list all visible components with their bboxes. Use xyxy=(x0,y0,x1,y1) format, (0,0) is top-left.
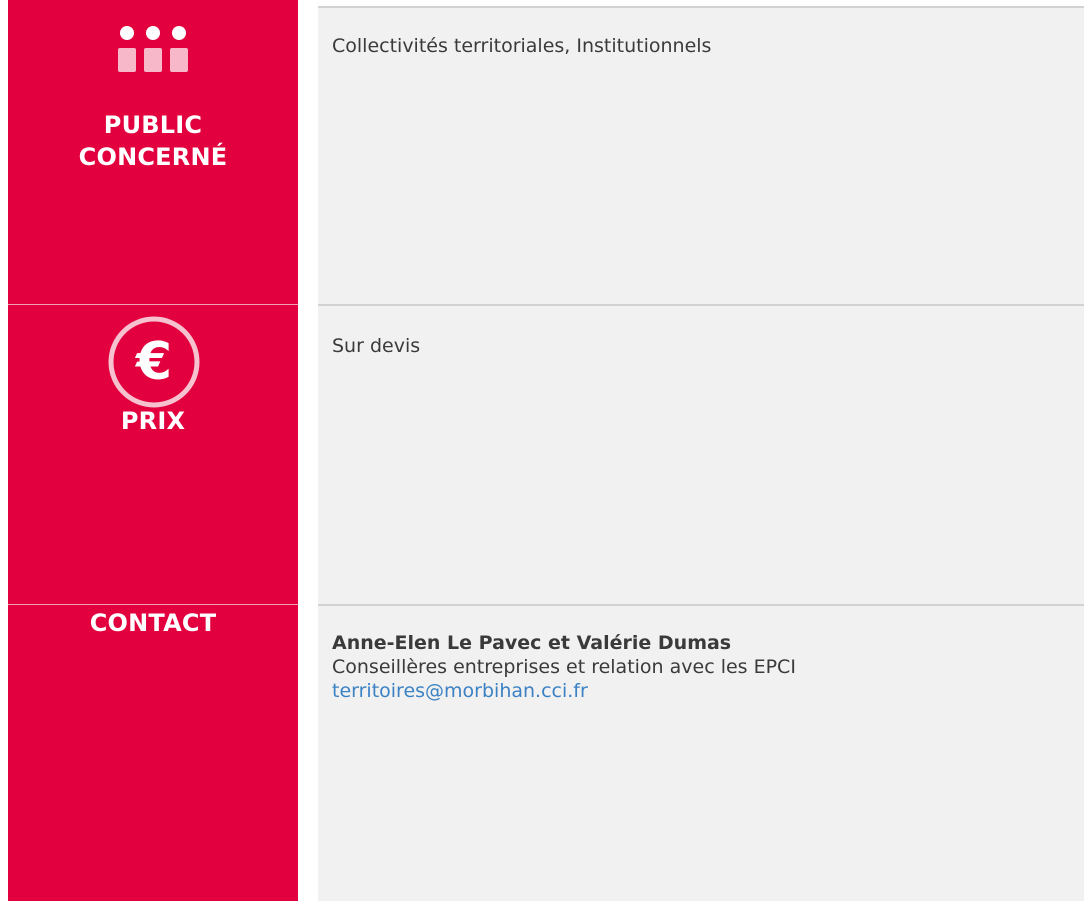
section-label-contact: CONTACT xyxy=(89,609,217,637)
section-content-public: Collectivités territoriales, Institution… xyxy=(332,35,712,57)
label-line: PUBLIC xyxy=(103,111,203,139)
contact-details: Anne-Elen Le Pavec et Valérie Dumas Cons… xyxy=(332,631,796,703)
section-label-prix: PRIX xyxy=(120,407,186,435)
label-divider xyxy=(8,304,298,305)
label-divider xyxy=(8,604,298,605)
contact-name: Anne-Elen Le Pavec et Valérie Dumas xyxy=(332,632,732,654)
label-line: CONCERNÉ xyxy=(78,143,228,171)
content-column xyxy=(318,8,1084,901)
contact-email-link[interactable]: territoires@morbihan.cci.fr xyxy=(332,679,796,703)
euro-icon: € xyxy=(108,316,200,408)
row-divider xyxy=(318,604,1084,606)
section-content-prix: Sur devis xyxy=(332,335,421,357)
row-divider xyxy=(318,6,1084,8)
people-icon xyxy=(118,26,188,72)
row-divider xyxy=(318,304,1084,306)
section-label-public: PUBLIC CONCERNÉ xyxy=(8,109,298,173)
svg-text:€: € xyxy=(135,332,172,392)
contact-role: Conseillères entreprises et relation ave… xyxy=(332,656,796,678)
